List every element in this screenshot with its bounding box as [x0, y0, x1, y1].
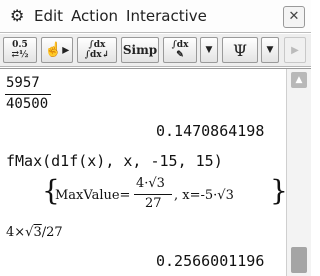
- chevron-down-icon: ▼: [205, 45, 213, 55]
- play-icon: ▶: [291, 44, 299, 56]
- entry1-denominator: 40500: [6, 96, 49, 112]
- entry3-input-a: 4×: [6, 225, 26, 240]
- entry1-numerator: 5957: [6, 75, 40, 91]
- graph-button[interactable]: Ψ: [222, 37, 258, 63]
- entry1-result: 0.1470864198: [156, 122, 265, 140]
- fraction-bar: [5, 94, 51, 95]
- scroll-thumb[interactable]: [291, 247, 307, 273]
- entry2-result-prefix: MaxValue=: [55, 188, 131, 203]
- scroll-up-icon[interactable]: ▲: [291, 72, 307, 88]
- menu-action[interactable]: Action: [71, 7, 118, 25]
- next-button[interactable]: ▶: [284, 37, 306, 63]
- integral-pencil-icon: ∫dx ✎: [171, 40, 189, 60]
- entry3-result: 0.2566001196: [156, 252, 265, 270]
- dropdown-2-button[interactable]: ▼: [261, 37, 279, 63]
- decimal-fraction-toggle-button[interactable]: 0.5 ⇄½: [3, 37, 37, 63]
- entry3-input-b: /27: [41, 225, 63, 240]
- toolbar: 0.5 ⇄½ ☝▸ ∫dx ∫dx↲ Simp ∫dx ✎ ▼ Ψ ▼ ▶: [0, 34, 311, 67]
- dropdown-1-button[interactable]: ▼: [200, 37, 218, 63]
- decimal-fraction-icon: 0.5 ⇄½: [11, 40, 29, 60]
- integral-transform-icon: ∫dx ∫dx↲: [84, 40, 110, 60]
- hand-play-button[interactable]: ☝▸: [41, 37, 73, 63]
- graph-icon: Ψ: [232, 40, 248, 60]
- entry3-input: 4×√3/27: [6, 225, 63, 240]
- main-work-area[interactable]: 5957 40500 0.1470864198 fMax(d1f(x), x, …: [0, 68, 311, 276]
- close-button[interactable]: ✕: [283, 6, 305, 28]
- vertical-scrollbar[interactable]: ▲: [286, 69, 311, 276]
- chevron-down-icon: ▼: [266, 45, 274, 55]
- entry2-result-suffix: , x=-5·√3: [174, 188, 234, 203]
- menu-interactive[interactable]: Interactive: [126, 7, 207, 25]
- entry3-input-sqrt: 3: [33, 225, 42, 240]
- gear-icon[interactable]: ⚙: [10, 8, 26, 24]
- integral-transform-button[interactable]: ∫dx ∫dx↲: [77, 37, 117, 63]
- max-fraction-bar: [134, 194, 172, 195]
- entry2-max-numerator: 4·√3: [136, 176, 165, 191]
- entry2-command: fMax(d1f(x), x, -15, 15): [6, 152, 223, 170]
- menu-bar: ⚙ Edit Action Interactive ✕: [0, 0, 311, 33]
- menu-edit[interactable]: Edit: [34, 7, 63, 25]
- simp-button[interactable]: Simp: [121, 37, 159, 63]
- entry2-max-denominator: 27: [145, 196, 162, 211]
- hand-icon: ☝▸: [44, 42, 70, 58]
- integral-edit-button[interactable]: ∫dx ✎: [163, 37, 197, 63]
